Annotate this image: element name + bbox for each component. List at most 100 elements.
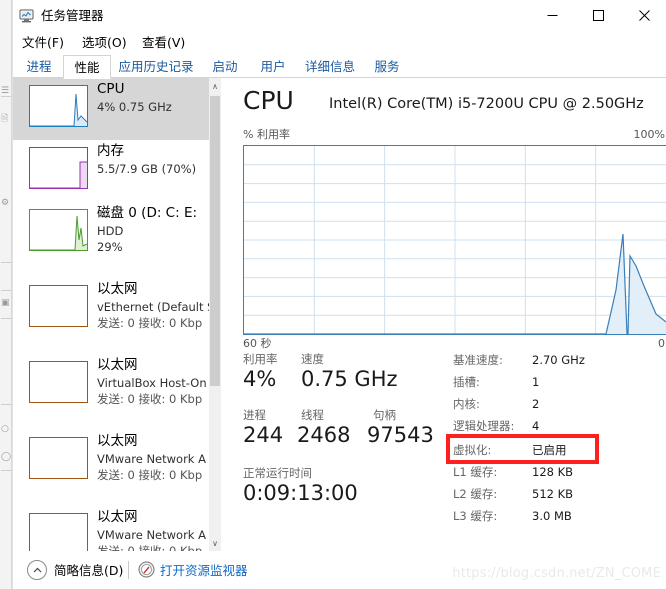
sidebar-eth3-sub1: VMware Network A	[97, 452, 206, 466]
label-sockets: 插槽:	[453, 375, 480, 389]
value-sockets: 1	[532, 375, 540, 389]
scrollbar-thumb[interactable]	[210, 96, 220, 386]
fewer-details-button[interactable]: 简略信息(D)	[54, 562, 123, 579]
label-utilization: 利用率	[243, 352, 278, 366]
value-handles: 97543	[367, 423, 434, 447]
menu-file[interactable]: 文件(F)	[19, 34, 67, 52]
chart-x-axis-label: 60 秒	[243, 337, 272, 350]
scroll-down-icon[interactable]: ∨	[209, 535, 221, 551]
label-processes: 进程	[243, 408, 266, 422]
value-logical-processors: 4	[532, 419, 540, 433]
panel-subtitle: Intel(R) Core(TM) i5-7200U CPU @ 2.50GHz	[329, 96, 644, 112]
value-l3-cache: 3.0 MB	[532, 509, 572, 523]
sidebar-memory-title: 内存	[97, 143, 124, 159]
label-l3-cache: L3 缓存:	[453, 509, 498, 523]
ethernet-labels-4: 以太网 VMware Network A 发送: 0 接收: 0 Kbp	[97, 508, 209, 551]
value-cores: 2	[532, 397, 540, 411]
ethernet-thumbnail-1	[29, 285, 88, 327]
sidebar-eth1-sub2: 发送: 0 接收: 0 Kbp	[97, 316, 203, 330]
disk-thumbnail	[29, 209, 88, 251]
memory-thumbnail	[29, 147, 88, 189]
close-button[interactable]	[621, 0, 666, 30]
ethernet-thumbnail-2	[29, 361, 88, 403]
menu-bar: 文件(F) 选项(O) 查看(V)	[13, 32, 666, 54]
sidebar-disk-title: 磁盘 0 (D: C: E:	[97, 205, 198, 221]
sidebar-eth4-sub1: VMware Network A	[97, 528, 206, 542]
sidebar-memory-sub: 5.5/7.9 GB (70%)	[97, 162, 197, 176]
sidebar-scrollbar[interactable]: ∧ ∨	[209, 78, 221, 551]
minimize-button[interactable]	[529, 0, 575, 30]
cpu-usage-chart[interactable]	[243, 145, 666, 335]
chart-y-axis-label: % 利用率	[243, 128, 290, 141]
value-uptime: 0:09:13:00	[243, 481, 358, 505]
sidebar-eth2-sub2: 发送: 0 接收: 0 Kbp	[97, 392, 203, 406]
value-threads: 2468	[297, 423, 351, 447]
cpu-labels: CPU 4% 0.75 GHz	[97, 80, 209, 115]
value-processes: 244	[243, 423, 284, 447]
sidebar-item-ethernet-virtualbox[interactable]: 以太网 VirtualBox Host-On 发送: 0 接收: 0 Kbp	[13, 354, 209, 428]
value-utilization: 4%	[243, 367, 277, 391]
value-virtualization: 已启用	[532, 443, 567, 457]
menu-options[interactable]: 选项(O)	[79, 34, 130, 52]
content-area: CPU 4% 0.75 GHz 内存 5.5/7.9 GB (70%) 磁盘 0…	[13, 78, 666, 551]
label-virtualization: 虚拟化:	[453, 443, 492, 457]
tab-startup[interactable]: 启动	[201, 55, 249, 78]
sidebar-cpu-sub: 4% 0.75 GHz	[97, 100, 172, 114]
label-l2-cache: L2 缓存:	[453, 487, 498, 501]
resource-monitor-icon	[138, 561, 155, 578]
task-manager-icon	[19, 8, 35, 24]
sidebar-item-disk-0[interactable]: 磁盘 0 (D: C: E: HDD 29%	[13, 202, 209, 276]
tab-processes[interactable]: 进程	[15, 55, 63, 78]
label-base-speed: 基准速度:	[453, 353, 503, 367]
sidebar-eth4-title: 以太网	[97, 509, 138, 525]
scroll-up-icon[interactable]: ∧	[209, 78, 221, 94]
menu-view[interactable]: 查看(V)	[139, 34, 188, 52]
window-frame: 任务管理器 文件(F) 选项(O) 查看(V) 进程 性能 应用历史记录 启动 …	[12, 0, 666, 589]
background-window-strip: ☰ 🗎 ⚙ ▣ ○ ◯	[0, 0, 12, 589]
ethernet-labels-1: 以太网 vEthernet (Default S 发送: 0 接收: 0 Kbp	[97, 280, 209, 331]
tab-performance[interactable]: 性能	[63, 55, 111, 79]
value-speed: 0.75 GHz	[301, 367, 398, 391]
ethernet-thumbnail-4	[29, 513, 88, 551]
ethernet-thumbnail-3	[29, 437, 88, 479]
sidebar-item-cpu[interactable]: CPU 4% 0.75 GHz	[13, 78, 209, 140]
sidebar-eth4-sub2: 发送: 0 接收: 0 Kbp	[97, 544, 203, 551]
window-title: 任务管理器	[41, 8, 104, 23]
label-threads: 线程	[301, 408, 324, 422]
sidebar-item-ethernet-vmware-2[interactable]: 以太网 VMware Network A 发送: 0 接收: 0 Kbp	[13, 506, 209, 551]
sidebar-eth3-title: 以太网	[97, 433, 138, 449]
value-l1-cache: 128 KB	[532, 465, 574, 479]
label-cores: 内核:	[453, 397, 480, 411]
open-resource-monitor-link[interactable]: 打开资源监视器	[160, 562, 248, 579]
resource-sidebar: CPU 4% 0.75 GHz 内存 5.5/7.9 GB (70%) 磁盘 0…	[13, 78, 221, 551]
sidebar-eth2-sub1: VirtualBox Host-On	[97, 376, 207, 390]
sidebar-disk-sub1: HDD	[97, 224, 124, 238]
panel-title: CPU	[243, 86, 294, 115]
label-speed: 速度	[301, 352, 324, 366]
status-divider	[128, 561, 129, 579]
chart-y-axis-max: 100%	[633, 128, 665, 141]
tab-details[interactable]: 详细信息	[297, 55, 363, 78]
sidebar-item-memory[interactable]: 内存 5.5/7.9 GB (70%)	[13, 140, 209, 202]
cpu-thumbnail	[29, 85, 88, 127]
sidebar-disk-sub2: 29%	[97, 240, 123, 254]
tab-app-history[interactable]: 应用历史记录	[111, 55, 201, 78]
watermark-text: https://blog.csdn.net/ZN_COME	[452, 566, 661, 581]
status-bar: 简略信息(D) 打开资源监视器 https://blog.csdn.net/ZN…	[13, 551, 666, 589]
ethernet-labels-3: 以太网 VMware Network A 发送: 0 接收: 0 Kbp	[97, 432, 209, 483]
cpu-detail-panel: CPU Intel(R) Core(TM) i5-7200U CPU @ 2.5…	[221, 78, 666, 551]
title-bar: 任务管理器	[13, 0, 666, 32]
sidebar-item-ethernet-vmware-1[interactable]: 以太网 VMware Network A 发送: 0 接收: 0 Kbp	[13, 430, 209, 504]
chevron-up-icon[interactable]	[27, 560, 47, 580]
tab-users[interactable]: 用户	[249, 55, 297, 78]
tab-bar: 进程 性能 应用历史记录 启动 用户 详细信息 服务	[13, 54, 666, 79]
sidebar-eth3-sub2: 发送: 0 接收: 0 Kbp	[97, 468, 203, 482]
tab-services[interactable]: 服务	[363, 55, 411, 78]
chart-x-axis-zero: 0	[658, 337, 665, 350]
memory-labels: 内存 5.5/7.9 GB (70%)	[97, 142, 209, 177]
value-base-speed: 2.70 GHz	[532, 353, 585, 367]
sidebar-eth1-sub1: vEthernet (Default S	[97, 300, 209, 314]
maximize-button[interactable]	[575, 0, 621, 30]
sidebar-item-ethernet-vethernet[interactable]: 以太网 vEthernet (Default S 发送: 0 接收: 0 Kbp	[13, 278, 209, 352]
sidebar-eth2-title: 以太网	[97, 357, 138, 373]
